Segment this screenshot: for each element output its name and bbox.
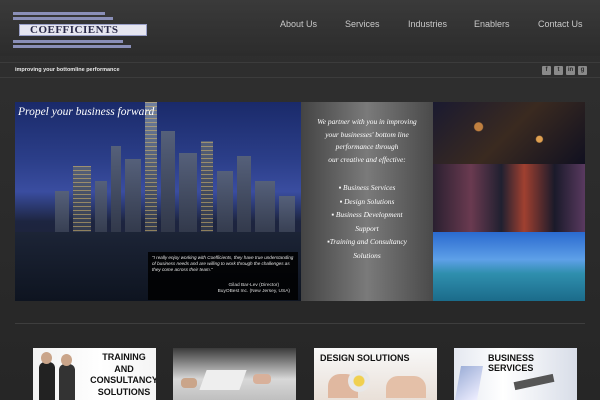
- banner-heading: Propel your business forward: [18, 106, 155, 118]
- tile-title-line: AND: [114, 363, 134, 374]
- nav-services[interactable]: Services: [345, 19, 380, 29]
- banner-service-list: ▪ Business Services ▪ Design Solutions ▪…: [301, 181, 433, 262]
- nav-industries[interactable]: Industries: [408, 19, 447, 29]
- logo[interactable]: COEFFICIENTS: [13, 10, 147, 48]
- testimonial-box: "I really enjoy working with Coefficient…: [148, 252, 298, 300]
- service-list-item: Support: [355, 223, 379, 233]
- service-list-item: ▪ Business Services: [338, 183, 396, 192]
- tile-title: BUSINESS SERVICES: [488, 353, 535, 373]
- document-graphic: [455, 366, 483, 400]
- tile-business-services[interactable]: BUSINESS SERVICES: [454, 348, 577, 400]
- partner-line: We partner with you in improving: [317, 117, 417, 126]
- nav-enablers[interactable]: Enablers: [474, 19, 510, 29]
- section-divider: [15, 323, 585, 324]
- tile-title-line: CONSULTANCY: [90, 375, 156, 385]
- laptop-graphic: [199, 370, 247, 390]
- pen-graphic: [513, 373, 555, 391]
- puzzle-globe-graphic: [348, 370, 370, 392]
- site-header: COEFFICIENTS About Us Services Industrie…: [0, 0, 600, 56]
- tagline: improving your bottomline performance: [15, 67, 120, 73]
- linkedin-icon[interactable]: in: [566, 66, 575, 75]
- service-list-item: Solutions: [353, 250, 381, 260]
- hand-graphic: [386, 376, 426, 398]
- tile-title-line: TRAINING: [102, 352, 146, 362]
- tile-training-consultancy[interactable]: TRAINING AND CONSULTANCY SOLUTIONS: [33, 348, 156, 400]
- partner-text: We partner with you in improving your bu…: [301, 116, 433, 166]
- tile-title: DESIGN SOLUTIONS: [320, 353, 410, 363]
- testimonial-quote: "I really enjoy working with Coefficient…: [152, 255, 294, 272]
- city-skyline-image: Propel your business forward "I really e…: [15, 102, 301, 301]
- hero-banner: Propel your business forward "I really e…: [15, 102, 585, 301]
- testimonial-author-company: BuyOBest Inc. (New Jersey, USA): [217, 289, 290, 294]
- harbor-daytime-photo: [433, 232, 585, 301]
- nav-contact-us[interactable]: Contact Us: [538, 19, 583, 29]
- testimonial-author: Gilad Bar-Lev (Director) BuyOBest Inc. (…: [218, 283, 290, 295]
- photo-collage: [433, 102, 585, 301]
- page: COEFFICIENTS About Us Services Industrie…: [0, 0, 600, 400]
- tile-title: TRAINING AND CONSULTANCY SOLUTIONS: [89, 352, 156, 398]
- partner-line: performance through: [335, 142, 399, 151]
- hand-graphic: [181, 378, 197, 388]
- google-plus-icon[interactable]: g: [578, 66, 587, 75]
- service-list-item: ▪ Design Solutions: [339, 196, 395, 206]
- city-billboards-photo: [433, 164, 585, 232]
- facebook-icon[interactable]: f: [542, 66, 551, 75]
- value-proposition-panel: We partner with you in improving your bu…: [301, 102, 433, 301]
- nav-about-us[interactable]: About Us: [280, 19, 317, 29]
- tile-design-solutions[interactable]: DESIGN SOLUTIONS: [314, 348, 437, 400]
- hand-graphic: [253, 374, 271, 384]
- aerial-city-night-photo: [433, 102, 585, 164]
- tagline-strip: improving your bottomline performance f …: [0, 62, 600, 78]
- partner-line: our creative and effective:: [328, 154, 406, 164]
- twitter-icon[interactable]: t: [554, 66, 563, 75]
- service-list-item: ▪Training and Consultancy: [327, 237, 407, 246]
- partner-line: your businesses' bottom line: [325, 129, 409, 139]
- tile-laptop-meeting[interactable]: [173, 348, 296, 400]
- tile-title-line: SOLUTIONS: [97, 386, 151, 397]
- logo-text: COEFFICIENTS: [30, 24, 119, 36]
- service-list-item: ▪ Business Development: [331, 210, 403, 219]
